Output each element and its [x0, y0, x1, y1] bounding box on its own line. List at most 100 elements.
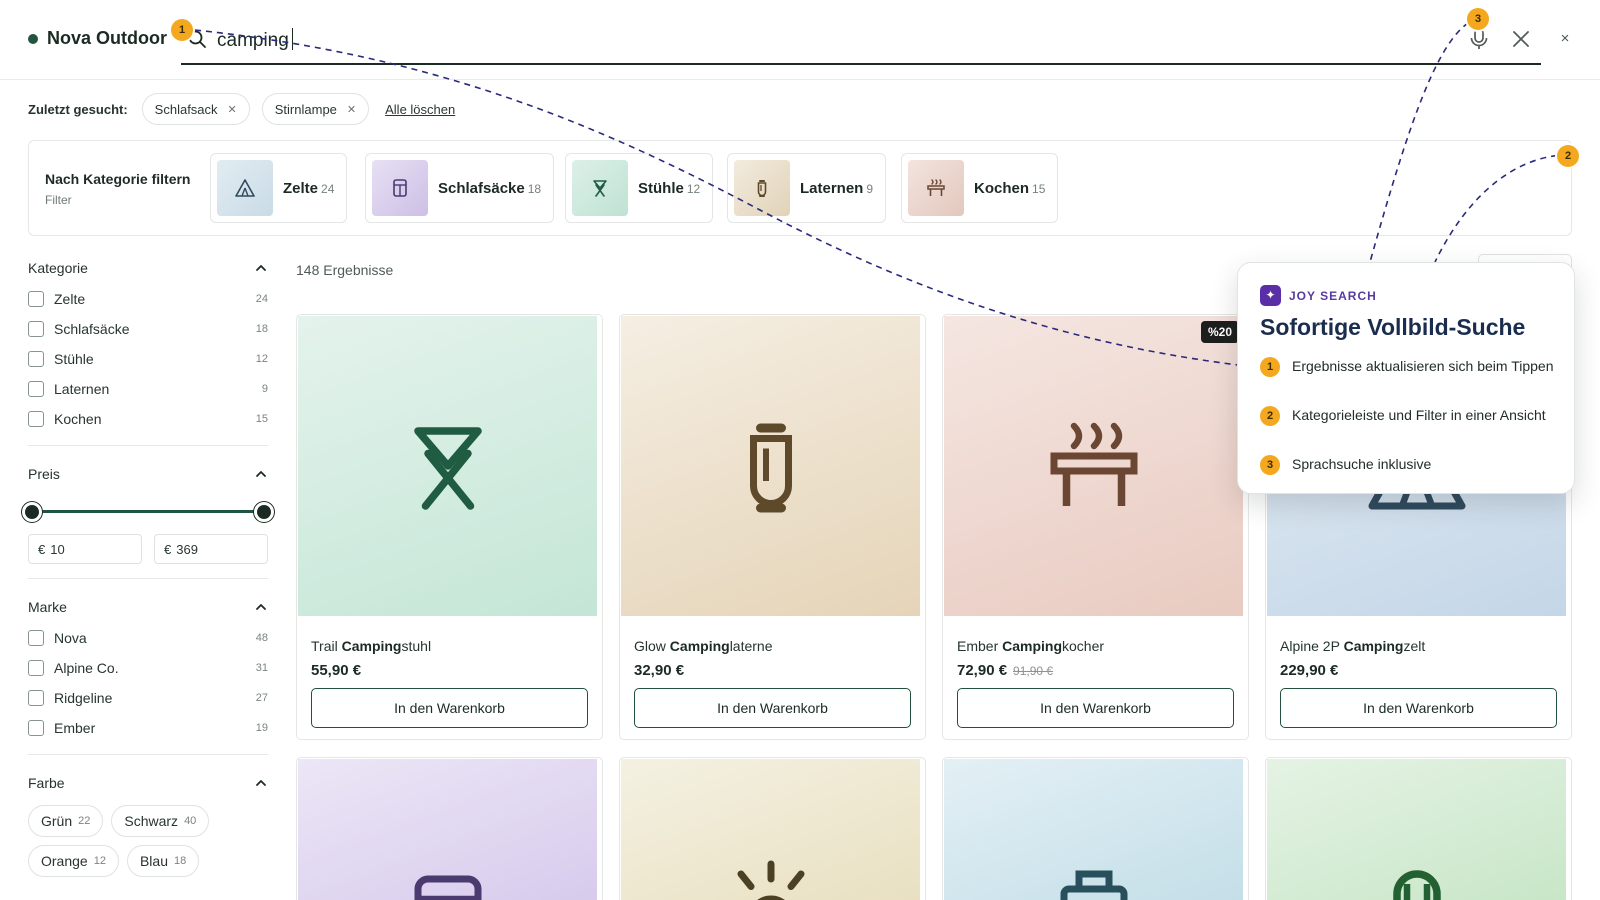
category-name: Laternen — [800, 179, 864, 197]
checkbox[interactable] — [28, 720, 44, 736]
chevron-up-icon[interactable] — [254, 261, 268, 275]
checkbox[interactable] — [28, 351, 44, 367]
search-highlight: Camping — [341, 638, 402, 654]
facet-option[interactable]: Ember 19 — [28, 713, 268, 743]
facet-header-brand[interactable]: Marke — [28, 591, 268, 623]
checkbox[interactable] — [28, 690, 44, 706]
category-count: 18 — [527, 181, 542, 196]
product-card[interactable] — [942, 757, 1249, 900]
close-icon[interactable]: × — [1556, 30, 1574, 48]
remove-chip-icon[interactable]: ✕ — [347, 103, 356, 116]
callout-item: 3 Sprachsuche inklusive — [1260, 455, 1560, 475]
add-to-cart-button[interactable]: In den Warenkorb — [1280, 688, 1557, 728]
category-count: 24 — [321, 181, 335, 196]
product-card[interactable]: Ember Campingkocher 72,90 €91,90 € In de… — [942, 314, 1249, 740]
result-count: 148 Ergebnisse — [296, 262, 394, 278]
product-card[interactable]: Glow Campinglaterne 32,90 € In den Waren… — [619, 314, 926, 740]
color-chip-count: 22 — [78, 815, 91, 827]
product-image[interactable] — [298, 316, 597, 616]
stove-icon — [1050, 422, 1137, 506]
category-card-schlafsaecke[interactable]: Schlafsäcke 18 — [365, 153, 555, 223]
product-image[interactable] — [944, 759, 1243, 900]
color-chip-label: Schwarz — [124, 813, 179, 829]
price-max-input[interactable]: €369 — [154, 534, 268, 564]
facet-header-color[interactable]: Farbe — [28, 767, 268, 799]
facet-option[interactable]: Zelte 24 — [28, 284, 268, 314]
remove-chip-icon[interactable]: ✕ — [228, 103, 237, 116]
product-image[interactable] — [1267, 759, 1566, 900]
product-image[interactable] — [298, 759, 597, 900]
facet-header-price[interactable]: Preis — [28, 458, 268, 490]
color-chip[interactable]: Schwarz 40 — [111, 805, 210, 837]
color-chip[interactable]: Blau 18 — [126, 845, 200, 877]
product-card[interactable] — [1265, 757, 1572, 900]
price-min-input[interactable]: €10 — [28, 534, 142, 564]
checkbox[interactable] — [28, 381, 44, 397]
color-chip-count: 12 — [93, 855, 106, 867]
recent-searches-label: Zuletzt gesucht: — [28, 101, 128, 117]
product-title[interactable]: Alpine 2P Campingzelt — [1280, 638, 1425, 654]
product-title[interactable]: Glow Campinglaterne — [634, 638, 773, 654]
clear-all-link[interactable]: Alle löschen — [385, 102, 455, 117]
checkbox[interactable] — [28, 630, 44, 646]
category-name: Kochen — [974, 179, 1030, 197]
brand[interactable]: Nova Outdoor — [28, 28, 167, 49]
search-header: Nova Outdoor × — [0, 0, 1600, 80]
product-image[interactable] — [621, 759, 920, 900]
checkbox[interactable] — [28, 321, 44, 337]
product-image[interactable] — [621, 316, 920, 616]
recent-search-chip[interactable]: Stirnlampe ✕ — [261, 93, 370, 125]
facet-option[interactable]: Schlafsäcke 18 — [28, 314, 268, 344]
category-count: 12 — [686, 181, 701, 196]
sleeping-bag-icon — [414, 875, 481, 900]
slider-max-handle[interactable] — [254, 502, 274, 522]
clear-search-icon[interactable] — [1510, 28, 1532, 50]
add-to-cart-button[interactable]: In den Warenkorb — [634, 688, 911, 728]
facet-option[interactable]: Alpine Co. 31 — [28, 653, 268, 683]
facet-title: Kategorie — [28, 260, 88, 276]
facet-header-category[interactable]: Kategorie — [28, 252, 268, 284]
add-to-cart-button[interactable]: In den Warenkorb — [311, 688, 588, 728]
checkbox[interactable] — [28, 660, 44, 676]
color-chip[interactable]: Orange 12 — [28, 845, 119, 877]
add-to-cart-button[interactable]: In den Warenkorb — [957, 688, 1234, 728]
chevron-up-icon[interactable] — [254, 600, 268, 614]
category-card-zelte[interactable]: Zelte 24 — [210, 153, 348, 223]
facet-option-count: 19 — [255, 722, 268, 734]
product-title[interactable]: Trail Campingstuhl — [311, 638, 431, 654]
discount-badge: %20 — [1201, 321, 1239, 343]
category-name: Zelte — [283, 179, 319, 197]
facet-option-count: 18 — [255, 323, 268, 335]
recent-search-chip[interactable]: Schlafsack ✕ — [141, 93, 250, 125]
callout-item-number: 3 — [1260, 455, 1280, 475]
sparkle-icon: ✦ — [1260, 285, 1281, 306]
chevron-up-icon[interactable] — [254, 467, 268, 481]
category-card-laternen[interactable]: Laternen 9 — [727, 153, 887, 223]
slider-min-handle[interactable] — [22, 502, 42, 522]
facet-option[interactable]: Ridgeline 27 — [28, 683, 268, 713]
category-card-stuehle[interactable]: Stühle 12 — [565, 153, 714, 223]
facet-option[interactable]: Kochen 15 — [28, 404, 268, 434]
product-card[interactable] — [296, 757, 603, 900]
search-input[interactable] — [217, 24, 1417, 58]
price-range-slider[interactable] — [22, 496, 274, 526]
callout-item-number: 2 — [1260, 406, 1280, 426]
facet-option[interactable]: Nova 48 — [28, 623, 268, 653]
product-card[interactable]: Trail Campingstuhl 55,90 € In den Warenk… — [296, 314, 603, 740]
product-card[interactable] — [619, 757, 926, 900]
category-strip: Nach Kategorie filtern Filter Zelte 24 Sc… — [28, 140, 1572, 236]
callout-item: 2 Kategorieleiste und Filter in einer An… — [1260, 406, 1560, 426]
color-chip[interactable]: Grün 22 — [28, 805, 104, 837]
facet-option-label: Kochen — [54, 411, 102, 427]
chevron-up-icon[interactable] — [254, 776, 268, 790]
chair-icon — [413, 427, 482, 510]
facet-option[interactable]: Laternen 9 — [28, 374, 268, 404]
facet-option-label: Laternen — [54, 381, 110, 397]
product-title[interactable]: Ember Campingkocher — [957, 638, 1104, 654]
category-card-kochen[interactable]: Kochen 15 — [901, 153, 1059, 223]
facet-option[interactable]: Stühle 12 — [28, 344, 268, 374]
product-image[interactable] — [944, 316, 1243, 616]
facet-option-count: 9 — [261, 383, 268, 395]
checkbox[interactable] — [28, 291, 44, 307]
checkbox[interactable] — [28, 411, 44, 427]
